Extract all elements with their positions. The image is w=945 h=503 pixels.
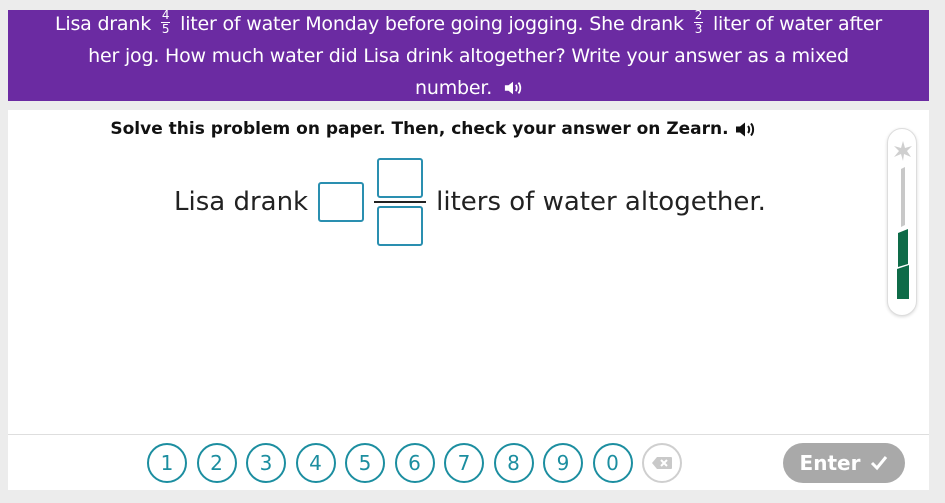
instruction: Solve this problem on paper. Then, check…	[8, 119, 929, 139]
instruction-text: Solve this problem on paper. Then, check…	[110, 119, 729, 139]
speaker-icon[interactable]	[735, 121, 755, 138]
fraction-four-fifths: 4 5	[160, 7, 171, 36]
meter-segment-empty	[901, 167, 905, 227]
speaker-icon[interactable]	[504, 80, 522, 96]
check-icon	[871, 456, 888, 471]
fraction-numerator: 4	[160, 7, 171, 23]
numerator-input[interactable]	[377, 158, 424, 198]
meter-segment-filled	[897, 265, 909, 299]
key-0[interactable]: 0	[592, 443, 633, 483]
work-area: Solve this problem on paper. Then, check…	[8, 110, 929, 490]
key-8[interactable]: 8	[493, 443, 534, 483]
key-3[interactable]: 3	[246, 443, 286, 483]
fraction-bar	[374, 201, 427, 203]
enter-button[interactable]: Enter	[783, 443, 905, 483]
backspace-icon	[652, 457, 672, 469]
answer-sentence: Lisa drank liters of water altogether.	[174, 158, 766, 246]
fraction-input-group	[374, 158, 427, 246]
enter-label: Enter	[799, 451, 861, 475]
answer-suffix: liters of water altogether.	[436, 187, 766, 217]
number-keypad: 1 2 3 4 5 6 7 8 9 0 Enter	[8, 434, 929, 490]
digit-keys: 1 2 3 4 5 6 7 8 9 0	[147, 443, 692, 483]
backspace-button[interactable]	[642, 443, 682, 483]
key-4[interactable]: 4	[295, 443, 336, 483]
answer-prefix: Lisa drank	[174, 187, 309, 217]
progress-meter	[887, 128, 917, 316]
key-6[interactable]: 6	[394, 443, 435, 483]
key-7[interactable]: 7	[444, 443, 484, 483]
fraction-numerator: 2	[693, 7, 704, 23]
key-2[interactable]: 2	[196, 443, 237, 483]
fraction-denominator: 3	[694, 21, 703, 36]
star-icon	[894, 141, 912, 161]
whole-number-input[interactable]	[318, 182, 365, 222]
problem-banner: Lisa drank 4 5 liter of water Monday bef…	[8, 8, 929, 104]
meter-segment-filled	[898, 229, 908, 267]
key-1[interactable]: 1	[147, 443, 187, 483]
problem-part2: liter of water Monday before going joggi…	[180, 12, 684, 35]
denominator-input[interactable]	[377, 206, 424, 246]
fraction-two-thirds: 2 3	[693, 7, 704, 36]
problem-text: Lisa drank 4 5 liter of water Monday bef…	[48, 8, 889, 104]
problem-part1: Lisa drank	[55, 12, 152, 35]
key-9[interactable]: 9	[543, 443, 583, 483]
fraction-denominator: 5	[161, 21, 170, 36]
key-5[interactable]: 5	[345, 443, 385, 483]
